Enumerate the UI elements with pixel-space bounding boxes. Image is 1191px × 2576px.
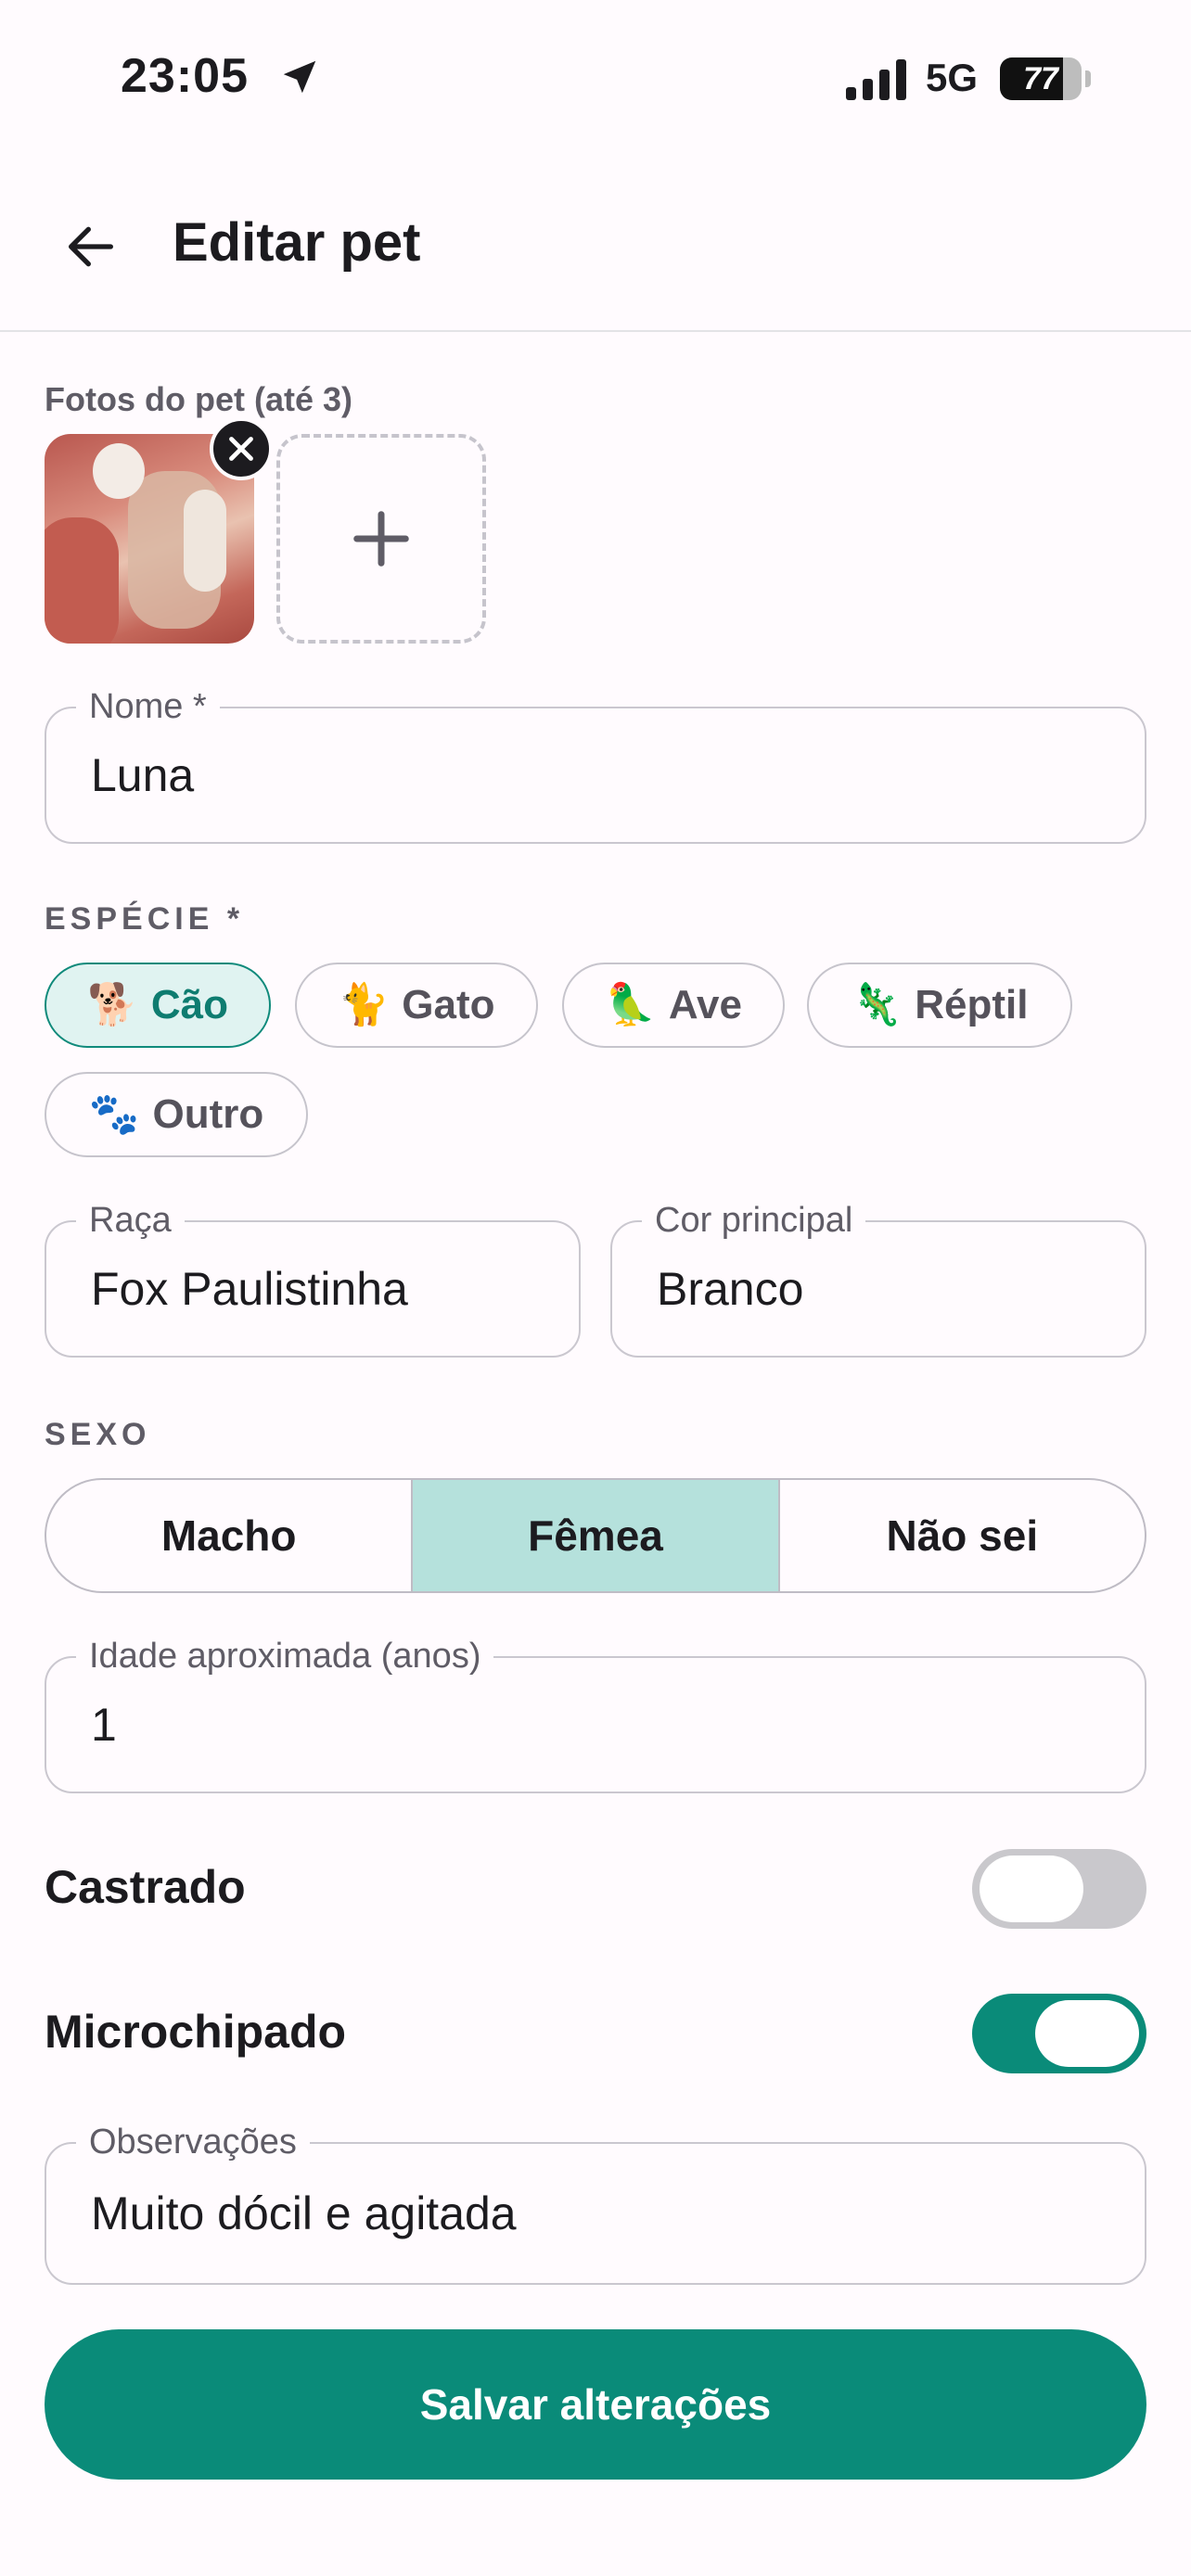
paw-prints-icon: 🐾 <box>88 1091 140 1137</box>
plus-icon <box>353 511 409 567</box>
status-time: 23:05 <box>121 49 249 103</box>
age-label: Idade aproximada (anos) <box>76 1636 494 1677</box>
save-button[interactable]: Salvar alterações <box>45 2329 1146 2480</box>
photo-detail <box>184 490 226 592</box>
neutered-toggle[interactable] <box>972 1849 1146 1929</box>
add-photo-button[interactable] <box>276 434 486 644</box>
cat-icon: 🐈 <box>338 982 390 1027</box>
neutered-label: Castrado <box>45 1861 246 1913</box>
notes-field[interactable]: Observações Muito dócil e agitada <box>45 2122 1146 2285</box>
sex-option-macho[interactable]: Macho <box>46 1480 411 1591</box>
breed-field[interactable]: Raça Fox Paulistinha <box>45 1200 581 1358</box>
page-title: Editar pet <box>173 212 421 273</box>
microchipped-label: Microchipado <box>45 2006 347 2058</box>
lizard-icon: 🦎 <box>851 982 903 1027</box>
photos-label: Fotos do pet (até 3) <box>45 380 352 418</box>
species-chip-gato[interactable]: 🐈 Gato <box>295 963 538 1048</box>
sex-option-nao-sei[interactable]: Não sei <box>780 1480 1145 1591</box>
signal-bars-icon <box>846 59 906 100</box>
chip-label: Réptil <box>915 982 1029 1027</box>
sex-segmented-control: Macho Fêmea Não sei <box>45 1478 1146 1593</box>
parrot-icon: 🦜 <box>605 982 656 1027</box>
back-button[interactable] <box>56 211 126 282</box>
dog-icon: 🐕 <box>87 982 138 1027</box>
battery-percent: 77 <box>1023 61 1058 96</box>
toggle-knob <box>1035 2000 1139 2067</box>
name-value: Luna <box>91 749 195 801</box>
photo-detail <box>93 443 145 499</box>
battery-cap <box>1085 70 1091 87</box>
chip-label: Cão <box>150 982 228 1027</box>
battery-icon: 77 <box>1000 57 1082 100</box>
chip-label: Ave <box>668 982 742 1027</box>
remove-photo-button[interactable] <box>210 417 273 480</box>
status-bar: 23:05 5G 77 <box>0 0 1191 158</box>
location-arrow-icon <box>283 60 316 94</box>
app-bar: Editar pet <box>0 158 1191 332</box>
chip-label: Outro <box>152 1091 264 1137</box>
species-chip-cao[interactable]: 🐕 Cão <box>45 963 271 1048</box>
chip-label: Gato <box>402 982 495 1027</box>
age-value: 1 <box>91 1699 117 1751</box>
network-type: 5G <box>926 56 979 99</box>
name-field[interactable]: Nome * Luna <box>45 686 1146 844</box>
breed-value: Fox Paulistinha <box>91 1263 408 1315</box>
species-chip-ave[interactable]: 🦜 Ave <box>562 963 785 1048</box>
species-label: ESPÉCIE * <box>45 901 245 937</box>
species-chip-outro[interactable]: 🐾 Outro <box>45 1072 308 1157</box>
microchipped-toggle[interactable] <box>972 1994 1146 2073</box>
close-icon <box>229 437 253 461</box>
toggle-knob <box>980 1855 1083 1922</box>
notes-value: Muito dócil e agitada <box>91 2187 517 2239</box>
age-field[interactable]: Idade aproximada (anos) 1 <box>45 1636 1146 1793</box>
photo-detail <box>45 517 119 644</box>
sex-label: SEXO <box>45 1417 151 1452</box>
color-field[interactable]: Cor principal Branco <box>610 1200 1146 1358</box>
sex-option-femea[interactable]: Fêmea <box>411 1480 780 1591</box>
arrow-left-icon <box>69 226 113 267</box>
color-value: Branco <box>657 1263 804 1315</box>
species-chip-reptil[interactable]: 🦎 Réptil <box>807 963 1072 1048</box>
